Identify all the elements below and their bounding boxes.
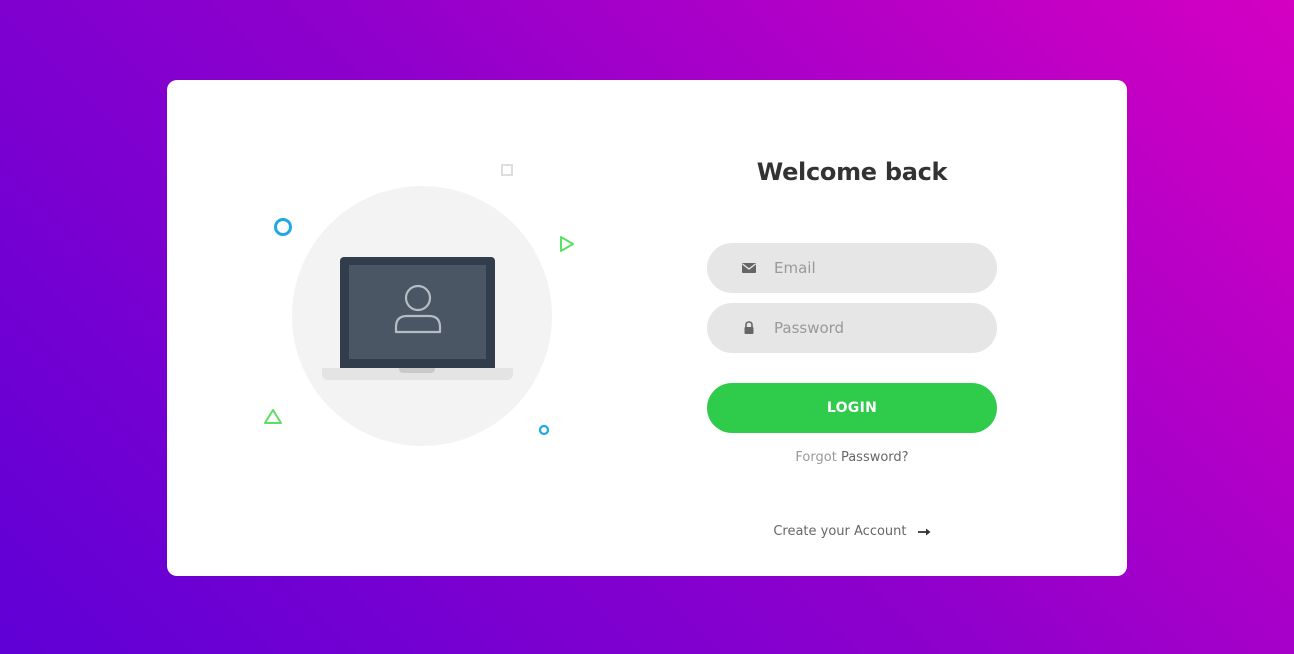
email-field[interactable]	[774, 243, 974, 293]
create-account-link[interactable]: Create your Account	[707, 524, 997, 539]
login-button[interactable]: LOGIN	[707, 383, 997, 433]
triangle-outline-icon	[264, 409, 282, 424]
laptop-screen-display	[349, 265, 486, 359]
login-form: Welcome back LOGIN Forgot Password? Crea…	[707, 80, 997, 576]
email-field-wrapper	[707, 243, 997, 293]
user-icon	[394, 284, 442, 334]
create-account-label: Create your Account	[773, 524, 907, 539]
forgot-password-link[interactable]: Password?	[841, 450, 909, 465]
lock-icon	[744, 321, 754, 334]
laptop-notch	[399, 368, 435, 373]
play-triangle-icon	[560, 236, 574, 252]
forgot-prefix: Forgot	[795, 450, 837, 465]
password-field[interactable]	[774, 303, 974, 353]
login-illustration	[167, 80, 647, 576]
login-card: Welcome back LOGIN Forgot Password? Crea…	[167, 80, 1127, 576]
page-title: Welcome back	[756, 158, 948, 186]
square-outline-icon	[501, 164, 513, 176]
envelope-icon	[742, 263, 756, 273]
small-circle-outline-icon	[538, 424, 550, 436]
circle-outline-icon	[274, 218, 292, 236]
laptop-icon	[340, 257, 495, 369]
forgot-password: Forgot Password?	[707, 450, 997, 465]
laptop-base	[322, 368, 513, 380]
arrow-right-icon	[917, 528, 931, 535]
password-field-wrapper	[707, 303, 997, 353]
